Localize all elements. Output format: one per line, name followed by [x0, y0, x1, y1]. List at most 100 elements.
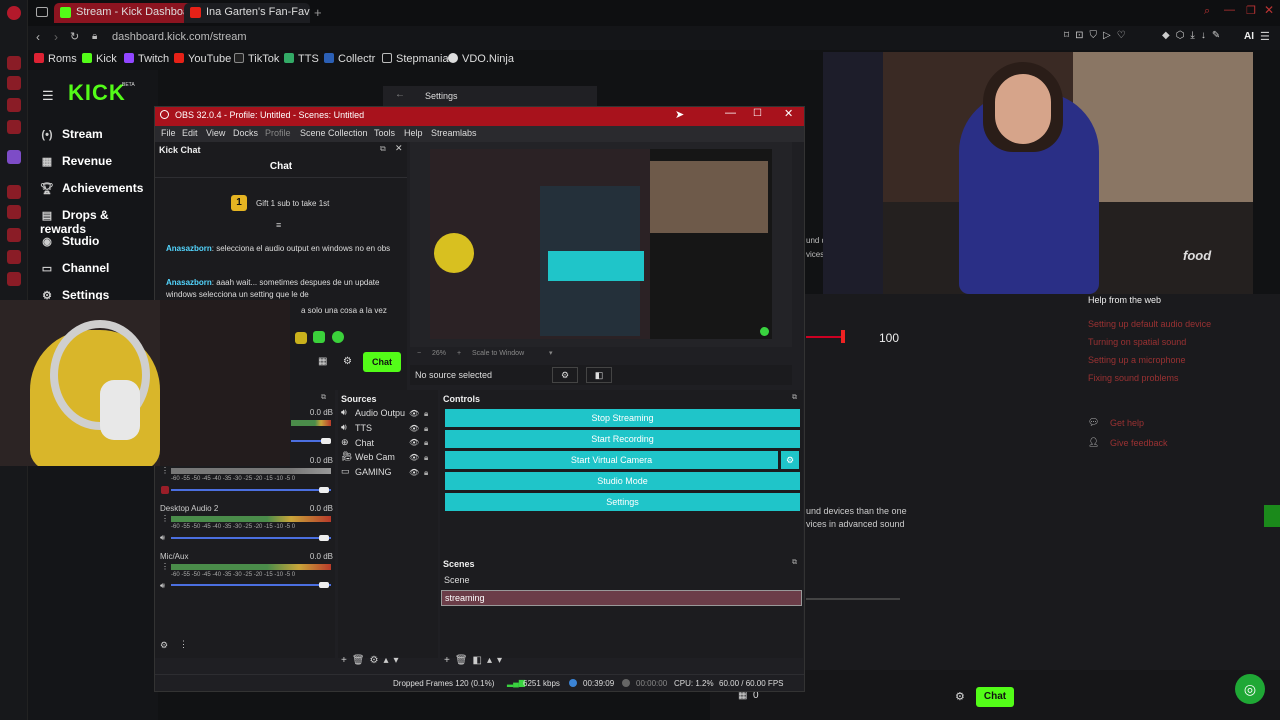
- mixer-menu-icon[interactable]: ⋮: [161, 466, 169, 475]
- bookmark-tts[interactable]: TTS: [284, 53, 319, 65]
- help-link[interactable]: Fixing sound problems: [1088, 373, 1179, 383]
- settings-back-icon[interactable]: ←: [395, 89, 405, 100]
- emote-icon[interactable]: [295, 332, 307, 344]
- tab-kick-dashboard[interactable]: Stream - Kick Dashboard: [54, 3, 204, 23]
- maximize-browser-icon[interactable]: ❐: [1246, 4, 1256, 17]
- search-tabs-icon[interactable]: ⌕: [1204, 5, 1210, 18]
- forward-icon[interactable]: ›: [54, 30, 58, 44]
- sidebar-app-icon[interactable]: [7, 250, 21, 264]
- mixer-slider-knob[interactable]: [321, 438, 331, 444]
- hamburger-icon[interactable]: ☰: [42, 88, 54, 104]
- menu-streamlabs[interactable]: Streamlabs: [431, 128, 477, 138]
- mixer-volume-slider[interactable]: [171, 489, 331, 491]
- bookmark-tiktok[interactable]: TikTok: [234, 53, 279, 65]
- bookmark-vdo-ninja[interactable]: VDO.Ninja: [448, 53, 514, 65]
- mixer-slider-knob[interactable]: [319, 535, 329, 541]
- nav-drops-rewards[interactable]: ▤ Drops & rewards: [40, 208, 158, 236]
- gift-sub-text[interactable]: Gift 1 sub to take 1st: [256, 199, 329, 208]
- chat-username[interactable]: Anasazborn: [166, 278, 212, 287]
- chat-settings-icon[interactable]: ⚙: [955, 690, 965, 703]
- menu-file[interactable]: File: [161, 128, 176, 138]
- source-lock-icons[interactable]: 🔒︎ 🔒︎ 🔒︎ 🔒︎ 🔒︎: [424, 407, 428, 481]
- help-link[interactable]: Turning on spatial sound: [1088, 337, 1186, 347]
- chat-send-button[interactable]: Chat: [363, 352, 401, 372]
- zoom-out-icon[interactable]: −: [417, 350, 421, 357]
- chat-username[interactable]: Anasazborn: [166, 244, 212, 253]
- nav-stream[interactable]: (•) Stream: [40, 127, 102, 141]
- toolbar-icons[interactable]: ⌑⊡⛉▷♡: [1064, 30, 1132, 41]
- speaker-icon[interactable]: 🔊︎: [160, 533, 165, 543]
- reload-icon[interactable]: ↻: [70, 30, 79, 43]
- support-chat-icon[interactable]: ◎: [1235, 674, 1265, 704]
- sidebar-app-icon[interactable]: [7, 120, 21, 134]
- source-item[interactable]: GAMING: [355, 467, 392, 477]
- extensions-icons[interactable]: ◆⬡⤓↓✎: [1162, 30, 1226, 41]
- source-item[interactable]: TTS: [355, 423, 372, 433]
- volume-slider-track[interactable]: [806, 336, 842, 338]
- sidebar-app-icon[interactable]: [7, 185, 21, 199]
- obs-close-icon[interactable]: ✕: [784, 107, 793, 120]
- menu-help[interactable]: Help: [404, 128, 423, 138]
- bookmark-twitch[interactable]: Twitch: [124, 53, 169, 65]
- source-properties-icon[interactable]: ⚙: [552, 367, 578, 383]
- menu-icon[interactable]: ☰: [1260, 30, 1270, 43]
- obs-maximize-icon[interactable]: ☐: [753, 108, 762, 119]
- sources-toolbar-icons[interactable]: +🗑︎⚙▴▾: [341, 655, 404, 666]
- get-help-link[interactable]: Get help: [1110, 418, 1144, 428]
- source-item[interactable]: Web Cam: [355, 452, 395, 462]
- bookmark-kick[interactable]: Kick: [82, 53, 117, 65]
- kick-chat-button[interactable]: Chat: [976, 687, 1014, 707]
- twitch-icon[interactable]: [7, 150, 21, 164]
- scenes-float-icon[interactable]: ⧉: [792, 559, 797, 567]
- opera-logo-icon[interactable]: [7, 6, 21, 20]
- chat-gift-icon[interactable]: ▦: [318, 356, 327, 367]
- scenes-toolbar-icons[interactable]: +🗑︎◧▴▾: [444, 655, 507, 666]
- settings-button[interactable]: Settings: [445, 493, 800, 511]
- menu-edit[interactable]: Edit: [182, 128, 198, 138]
- ai-button[interactable]: AI: [1244, 31, 1254, 42]
- bookmark-collectr[interactable]: Collectr: [324, 53, 375, 65]
- close-browser-icon[interactable]: ✕: [1264, 3, 1274, 17]
- feedback-link[interactable]: Give feedback: [1110, 438, 1168, 448]
- mixer-advanced-icon[interactable]: ⚙: [160, 640, 168, 651]
- bookmark-youtube[interactable]: YouTube: [174, 53, 231, 65]
- help-link[interactable]: Setting up default audio device: [1088, 319, 1211, 329]
- studio-mode-button[interactable]: Studio Mode: [445, 472, 800, 490]
- mixer-more-icon[interactable]: ⋮: [179, 639, 188, 650]
- emote-icon[interactable]: [332, 331, 344, 343]
- menu-profile[interactable]: Profile: [265, 128, 291, 138]
- bookmark-stepmania[interactable]: Stepmania: [382, 53, 449, 65]
- controls-float-icon[interactable]: ⧉: [792, 394, 797, 402]
- mixer-menu-icon[interactable]: ⋮: [161, 514, 169, 523]
- workspace-icon[interactable]: [36, 7, 48, 17]
- bookmark-roms[interactable]: Roms: [34, 53, 77, 65]
- dock-float-icon[interactable]: ⧉: [380, 144, 386, 154]
- sidebar-app-icon[interactable]: [7, 205, 21, 219]
- volume-slider-thumb[interactable]: [841, 330, 845, 343]
- tab-youtube-video[interactable]: Ina Garten's Fan-Favor: [184, 3, 310, 23]
- kick-logo[interactable]: KICK: [68, 80, 126, 106]
- menu-view[interactable]: View: [206, 128, 225, 138]
- settings-icon[interactable]: [7, 272, 21, 286]
- url-field[interactable]: dashboard.kick.com/stream: [112, 31, 247, 43]
- back-icon[interactable]: ‹: [36, 30, 40, 44]
- dock-close-icon[interactable]: ✕: [395, 143, 403, 154]
- scene-item[interactable]: Scene: [444, 575, 470, 585]
- source-filters-icon[interactable]: ◧: [586, 367, 612, 383]
- source-item[interactable]: Audio Outpu: [355, 408, 405, 418]
- sidebar-app-icon[interactable]: [7, 228, 21, 242]
- obs-minimize-icon[interactable]: —: [725, 107, 736, 119]
- zoom-in-icon[interactable]: +: [457, 350, 461, 357]
- start-virtual-camera-button[interactable]: Start Virtual Camera: [445, 451, 778, 469]
- scene-item-selected[interactable]: streaming: [441, 590, 802, 606]
- mixer-float-icon[interactable]: ⧉: [321, 394, 326, 402]
- mixer-volume-slider[interactable]: [171, 584, 331, 586]
- stop-streaming-button[interactable]: Stop Streaming: [445, 409, 800, 427]
- nav-studio[interactable]: ◉ Studio: [40, 234, 99, 248]
- menu-scene-collection[interactable]: Scene Collection: [300, 128, 368, 138]
- new-tab-icon[interactable]: +: [314, 5, 322, 20]
- emote-icon[interactable]: [313, 331, 325, 343]
- video-player[interactable]: food: [823, 52, 1253, 294]
- menu-docks[interactable]: Docks: [233, 128, 258, 138]
- speaker-icon[interactable]: 🔊︎: [160, 581, 165, 591]
